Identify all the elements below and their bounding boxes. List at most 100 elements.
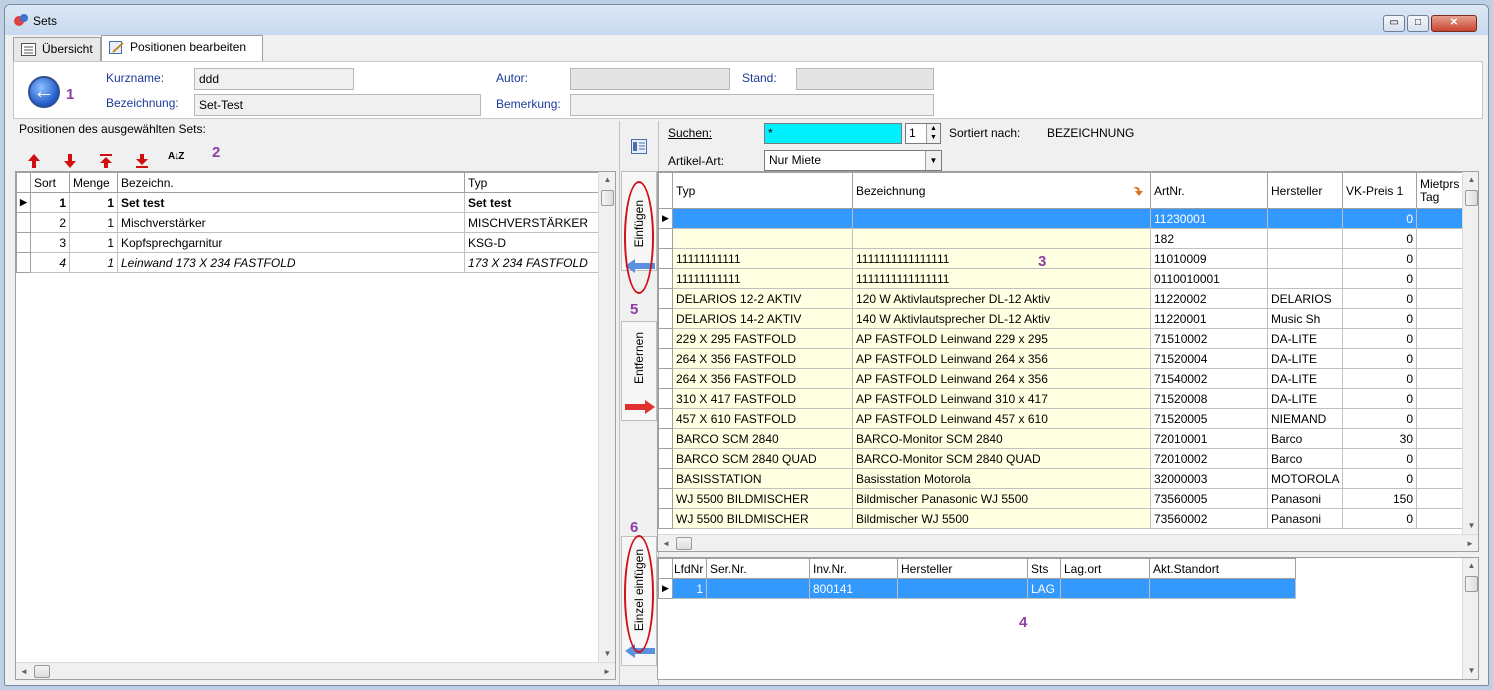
cell-vkpreis[interactable]: 0 (1342, 288, 1417, 309)
table-row[interactable]: 11111111111 1111111111111111 0110010001 0 (658, 268, 1463, 289)
col-inv-sts[interactable]: Sts (1027, 558, 1061, 579)
cell-hersteller[interactable]: DELARIOS (1267, 288, 1343, 309)
cell-mietpreis[interactable] (1416, 408, 1463, 429)
cell-vkpreis[interactable]: 0 (1342, 468, 1417, 489)
scroll-left-icon[interactable]: ◄ (658, 535, 674, 551)
cell-mietpreis[interactable] (1416, 508, 1463, 529)
cell-mietpreis[interactable] (1416, 248, 1463, 269)
bezeichnung-field[interactable]: Set-Test (194, 94, 481, 116)
cell-typ[interactable]: BASISSTATION (672, 468, 853, 489)
scroll-up-icon[interactable]: ▲ (599, 172, 615, 188)
cell-hersteller[interactable] (897, 578, 1028, 599)
cell-typ[interactable] (672, 228, 853, 249)
cell-vkpreis[interactable]: 0 (1342, 508, 1417, 529)
cell-bezeichnung[interactable]: AP FASTFOLD Leinwand 264 x 356 (852, 368, 1151, 389)
cell-artnr[interactable]: 72010001 (1150, 428, 1268, 449)
kurzname-field[interactable]: ddd (194, 68, 354, 90)
cell-mietpreis[interactable] (1416, 268, 1463, 289)
cell-vkpreis[interactable]: 0 (1342, 268, 1417, 289)
search-column-spinner[interactable]: 1 ▲ ▼ (905, 123, 941, 144)
move-down-icon[interactable] (63, 153, 77, 169)
cell-hersteller[interactable]: Panasoni (1267, 508, 1343, 529)
details-icon[interactable] (631, 139, 647, 154)
table-row[interactable]: WJ 5500 BILDMISCHER Bildmischer WJ 5500 73… (658, 508, 1463, 529)
search-input[interactable]: * (764, 123, 902, 144)
back-button[interactable]: ← (28, 76, 60, 108)
cell-hersteller[interactable]: Music Sh (1267, 308, 1343, 329)
table-row[interactable]: BARCO SCM 2840 BARCO-Monitor SCM 2840 7201… (658, 428, 1463, 449)
cell-vkpreis[interactable]: 0 (1342, 408, 1417, 429)
close-button[interactable]: ✕ (1431, 15, 1477, 32)
cell-invnr[interactable]: 800141 (809, 578, 898, 599)
cell-bezeichnung[interactable] (852, 228, 1151, 249)
cell-vkpreis[interactable]: 0 (1342, 308, 1417, 329)
cell-mietpreis[interactable] (1416, 288, 1463, 309)
col-menge[interactable]: Menge (69, 172, 118, 193)
chevron-down-icon[interactable]: ▼ (925, 151, 941, 170)
cell-bezeichnung[interactable]: AP FASTFOLD Leinwand 310 x 417 (852, 388, 1151, 409)
scroll-down-icon[interactable]: ▼ (1463, 663, 1478, 679)
table-row[interactable]: WJ 5500 BILDMISCHER Bildmischer Panasonic… (658, 488, 1463, 509)
move-up-icon[interactable] (27, 153, 41, 169)
cell-typ[interactable]: 457 X 610 FASTFOLD (672, 408, 853, 429)
cell-artnr[interactable]: 71520004 (1150, 348, 1268, 369)
cell-mietpreis[interactable] (1416, 328, 1463, 349)
cell-lagort[interactable] (1060, 578, 1150, 599)
cell-vkpreis[interactable]: 150 (1342, 488, 1417, 509)
table-row[interactable]: DELARIOS 12-2 AKTIV 120 W Aktivlautsprech… (658, 288, 1463, 309)
cell-bezeichnung[interactable]: BARCO-Monitor SCM 2840 QUAD (852, 448, 1151, 469)
cell-mietpreis[interactable] (1416, 428, 1463, 449)
cell-typ[interactable]: 11111111111 (672, 268, 853, 289)
cell-typ[interactable]: WJ 5500 BILDMISCHER (672, 508, 853, 529)
artikelart-select[interactable]: Nur Miete ▼ (764, 150, 942, 171)
cell-hersteller[interactable] (1267, 248, 1343, 269)
cell-mietpreis[interactable] (1416, 448, 1463, 469)
cell-artnr[interactable]: 72010002 (1150, 448, 1268, 469)
scroll-up-icon[interactable]: ▲ (1463, 172, 1478, 188)
cell-typ[interactable]: MISCHVERSTÄRKER (464, 212, 599, 233)
cell-artnr[interactable]: 73560002 (1150, 508, 1268, 529)
cell-hersteller[interactable]: NIEMAND (1267, 408, 1343, 429)
cell-bezeichnung[interactable]: Basisstation Motorola (852, 468, 1151, 489)
cell-artnr[interactable]: 0110010001 (1150, 268, 1268, 289)
cell-vkpreis[interactable]: 0 (1342, 248, 1417, 269)
cell-vkpreis[interactable]: 0 (1342, 448, 1417, 469)
cell-sort[interactable]: 1 (30, 192, 70, 213)
inventory-vscroll[interactable]: ▲ ▼ (1462, 558, 1478, 679)
scroll-right-icon[interactable]: ► (599, 663, 615, 679)
table-row[interactable]: 457 X 610 FASTFOLD AP FASTFOLD Leinwand 4… (658, 408, 1463, 429)
table-row[interactable]: 264 X 356 FASTFOLD AP FASTFOLD Leinwand 2… (658, 368, 1463, 389)
scroll-down-icon[interactable]: ▼ (1463, 518, 1478, 534)
cell-mietpreis[interactable] (1416, 228, 1463, 249)
cell-artnr[interactable]: 11010009 (1150, 248, 1268, 269)
table-row[interactable]: 264 X 356 FASTFOLD AP FASTFOLD Leinwand 2… (658, 348, 1463, 369)
cell-typ[interactable]: Set test (464, 192, 599, 213)
cell-vkpreis[interactable]: 30 (1342, 428, 1417, 449)
cell-hersteller[interactable]: DA-LITE (1267, 348, 1343, 369)
cell-bezeichnung[interactable]: AP FASTFOLD Leinwand 264 x 356 (852, 348, 1151, 369)
cell-vkpreis[interactable]: 0 (1342, 208, 1417, 229)
cell-bezeichnung[interactable]: 1111111111111111 (852, 248, 1151, 269)
cell-typ[interactable]: 173 X 234 FASTFOLD (464, 252, 599, 273)
cell-artnr[interactable]: 71540002 (1150, 368, 1268, 389)
cell-hersteller[interactable]: Panasoni (1267, 488, 1343, 509)
cell-mietpreis[interactable] (1416, 488, 1463, 509)
cell-typ[interactable]: WJ 5500 BILDMISCHER (672, 488, 853, 509)
cell-hersteller[interactable]: Barco (1267, 448, 1343, 469)
cell-bezeichnung[interactable]: 140 W Aktivlautsprecher DL-12 Aktiv (852, 308, 1151, 329)
table-row[interactable]: ▶ 11230001 0 (658, 208, 1463, 229)
cell-mietpreis[interactable] (1416, 468, 1463, 489)
col-art-vkpreis[interactable]: VK-Preis 1 (1342, 172, 1417, 209)
sort-az-icon[interactable]: A↓Z (168, 151, 184, 162)
cell-typ[interactable]: DELARIOS 12-2 AKTIV (672, 288, 853, 309)
cell-hersteller[interactable]: DA-LITE (1267, 368, 1343, 389)
cell-hersteller[interactable] (1267, 228, 1343, 249)
cell-mietpreis[interactable] (1416, 208, 1463, 229)
table-row[interactable]: ▶ 1 800141 LAG (658, 578, 1296, 599)
col-inv-hersteller[interactable]: Hersteller (897, 558, 1028, 579)
cell-mietpreis[interactable] (1416, 388, 1463, 409)
cell-artnr[interactable]: 11220001 (1150, 308, 1268, 329)
stand-field[interactable] (796, 68, 934, 90)
cell-bezeichnung[interactable] (852, 208, 1151, 229)
table-row[interactable]: 11111111111 1111111111111111 11010009 0 (658, 248, 1463, 269)
